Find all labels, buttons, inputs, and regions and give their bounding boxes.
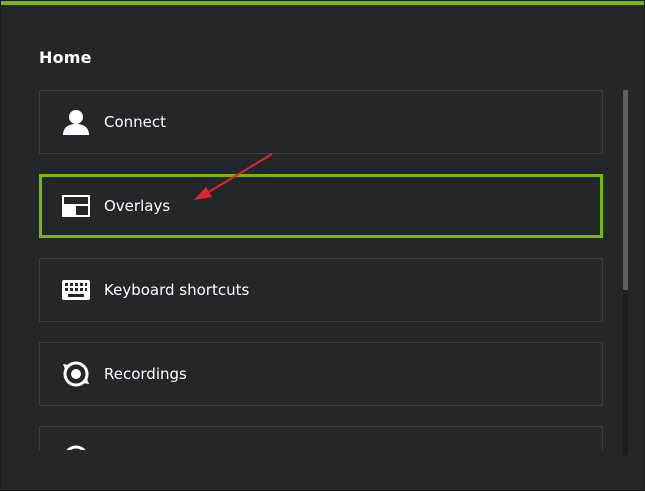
recordings-icon (61, 359, 91, 389)
menu-item-partial[interactable] (39, 426, 603, 450)
menu-item-recordings[interactable]: Recordings (39, 342, 603, 406)
scrollbar[interactable] (623, 90, 628, 455)
menu-item-keyboard-shortcuts[interactable]: Keyboard shortcuts (39, 258, 603, 322)
menu-item-label: Recordings (104, 365, 187, 383)
menu-item-label: Connect (104, 113, 167, 131)
scrollbar-thumb[interactable] (623, 90, 628, 290)
home-panel: Home Connect Overlays Keyboard shortcuts… (0, 0, 645, 491)
partially-visible-icon (61, 443, 91, 450)
menu-item-connect[interactable]: Connect (39, 90, 603, 154)
keyboard-icon (61, 275, 91, 305)
menu-list: Connect Overlays Keyboard shortcuts Reco… (39, 90, 603, 450)
top-accent-bar (1, 1, 644, 5)
person-icon (61, 107, 91, 137)
menu-item-overlays[interactable]: Overlays (39, 174, 603, 238)
section-title: Home (39, 48, 92, 67)
overlay-layout-icon (61, 191, 91, 221)
menu-item-label: Overlays (104, 197, 171, 215)
menu-item-label: Keyboard shortcuts (104, 281, 250, 299)
